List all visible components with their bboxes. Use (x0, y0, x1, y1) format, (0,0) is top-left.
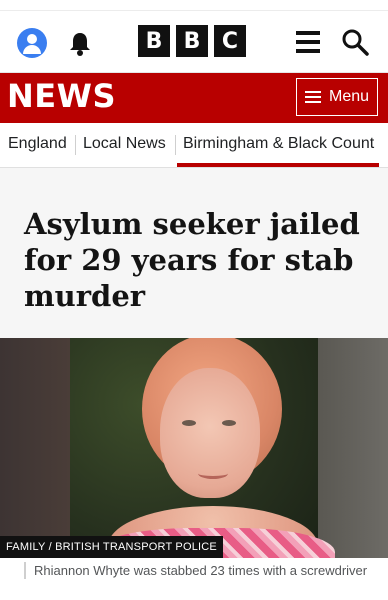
logo-letter-3: C (214, 25, 246, 57)
photo-eye-right (222, 420, 236, 426)
photo-eye-left (182, 420, 196, 426)
nav-item-birmingham[interactable]: Birmingham & Black Count (183, 135, 374, 153)
article-photo: FAMILY / BRITISH TRANSPORT POLICE (0, 338, 388, 558)
nav-item-england[interactable]: England (8, 135, 67, 153)
news-bar: NEWS Menu (0, 73, 388, 123)
logo-letter-1: B (138, 25, 170, 57)
photo-mouth (198, 468, 228, 479)
account-icon-head (27, 34, 37, 44)
search-icon[interactable] (341, 28, 369, 56)
nav-item-local-news[interactable]: Local News (83, 135, 166, 153)
headline-area: Asylum seeker jailed for 29 years for st… (0, 168, 388, 338)
menu-lines-icon (304, 91, 321, 103)
logo-letter-2: B (176, 25, 208, 57)
bell-icon[interactable] (66, 30, 94, 58)
account-icon[interactable] (17, 28, 47, 58)
image-credit: FAMILY / BRITISH TRANSPORT POLICE (0, 536, 223, 558)
image-caption: Rhiannon Whyte was stabbed 23 times with… (24, 562, 374, 579)
photo-blur-left (0, 338, 70, 558)
hamburger-icon[interactable] (296, 31, 320, 53)
account-icon-shoulders (23, 45, 41, 54)
news-title[interactable]: NEWS (7, 77, 116, 115)
active-tab-indicator (177, 163, 379, 167)
article-headline: Asylum seeker jailed for 29 years for st… (24, 207, 360, 313)
menu-label: Menu (328, 88, 370, 105)
section-nav: England Local News Birmingham & Black Co… (0, 123, 388, 168)
photo-blur-right (318, 338, 388, 558)
menu-button[interactable]: Menu (296, 78, 378, 116)
bbc-logo[interactable]: B B C (138, 25, 246, 57)
top-divider (0, 10, 388, 11)
top-header: B B C (0, 0, 388, 73)
nav-divider (175, 135, 176, 155)
nav-divider (75, 135, 76, 155)
